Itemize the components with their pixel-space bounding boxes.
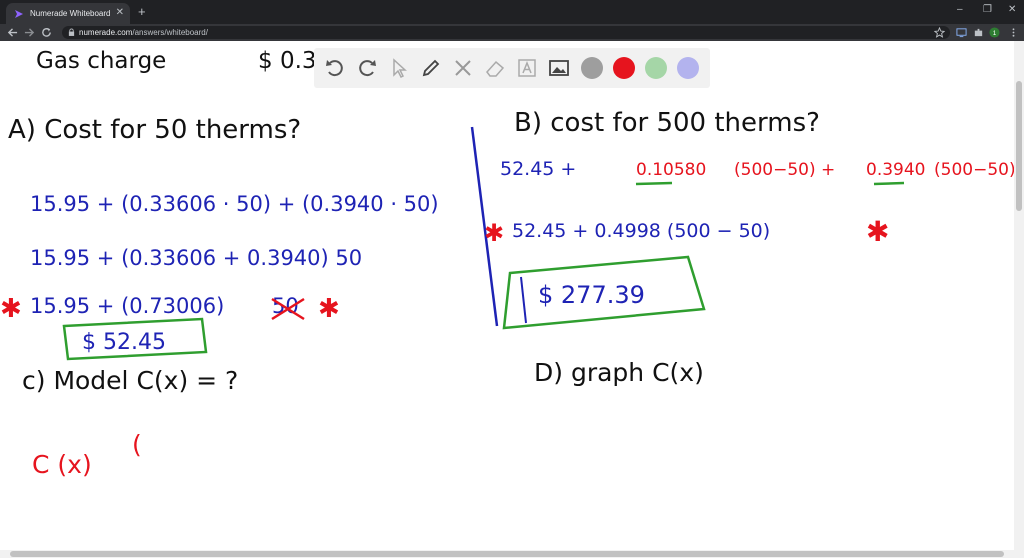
lock-icon [68, 28, 75, 36]
part-b-rate-2: 0.3940 [866, 160, 925, 180]
whiteboard-toolbar [314, 48, 710, 88]
tab-title: Numerade Whiteboard [30, 9, 111, 18]
reload-icon[interactable] [41, 27, 52, 38]
close-window-button[interactable]: ✕ [1008, 5, 1016, 15]
gas-charge-label: Gas charge [36, 48, 166, 74]
part-b-line-1-end: (500−50) [934, 160, 1014, 180]
star-mark-a-right: ✱ [318, 294, 340, 324]
minimize-button[interactable]: – [957, 5, 963, 15]
part-c-partial: ( [132, 430, 142, 459]
horizontal-scrollbar[interactable] [0, 550, 1024, 558]
star-bookmark-icon[interactable] [934, 27, 945, 38]
address-bar[interactable]: numerade.com/answers/whiteboard/ [62, 26, 950, 39]
underline-rate-1 [635, 181, 673, 186]
horizontal-scroll-thumb[interactable] [10, 551, 1004, 557]
star-mark-b: ✱ [484, 219, 504, 247]
maximize-button[interactable]: ❐ [983, 5, 992, 15]
part-b-answer: $ 277.39 [538, 281, 645, 309]
cast-icon[interactable] [956, 27, 967, 38]
pen-icon[interactable] [420, 57, 442, 79]
part-c-expression: C (x) [32, 450, 92, 479]
text-icon[interactable] [516, 57, 538, 79]
close-tab-icon[interactable]: ✕ [116, 7, 124, 18]
color-gray-swatch[interactable] [581, 57, 603, 79]
part-a-heading: A) Cost for 50 therms? [8, 115, 301, 145]
part-a-line-2: 15.95 + (0.33606 + 0.3940) 50 [30, 246, 362, 270]
color-red-swatch[interactable] [613, 57, 635, 79]
part-c-heading: c) Model C(x) = ? [22, 366, 238, 395]
tools-icon[interactable] [452, 57, 474, 79]
pointer-icon[interactable] [388, 57, 410, 79]
profile-avatar[interactable]: 1 [989, 27, 1000, 38]
color-green-swatch[interactable] [645, 57, 667, 79]
new-tab-button[interactable]: + [138, 5, 146, 18]
part-a-answer: $ 52.45 [82, 330, 166, 355]
part-a-line-1: 15.95 + (0.33606 · 50) + (0.3940 · 50) [30, 192, 439, 216]
part-b-line-1-mid: (500−50) + [734, 160, 835, 180]
vertical-scrollbar[interactable] [1014, 41, 1024, 550]
redo-icon[interactable] [356, 57, 378, 79]
url-text: numerade.com/answers/whiteboard/ [79, 27, 208, 38]
extensions-icon[interactable] [973, 27, 984, 38]
forward-arrow-icon[interactable] [24, 27, 35, 38]
part-b-heading: B) cost for 500 therms? [514, 108, 820, 138]
part-d-heading: D) graph C(x) [534, 358, 704, 387]
vertical-scroll-thumb[interactable] [1016, 81, 1022, 211]
url-host: numerade.com [79, 28, 133, 37]
part-b-line-2: 52.45 + 0.4998 (500 − 50) [512, 220, 770, 242]
whiteboard-canvas[interactable]: Gas charge $ 0.3 A) Cost for 50 therms? … [0, 41, 1024, 550]
part-b-line-1-start: 52.45 + [500, 158, 576, 180]
underline-rate-2 [873, 181, 905, 186]
browser-tab[interactable]: Numerade Whiteboard ✕ [6, 3, 130, 24]
avatar-letter: 1 [993, 30, 997, 37]
star-mark-a: ✱ [0, 294, 22, 324]
back-arrow-icon[interactable] [7, 27, 18, 38]
part-b-rate-1: 0.10580 [636, 160, 706, 180]
answer-box-b-bracket [520, 276, 527, 324]
menu-icon[interactable] [1008, 27, 1019, 38]
gas-charge-value: $ 0.3 [258, 48, 317, 74]
eraser-icon[interactable] [484, 57, 506, 79]
image-icon[interactable] [548, 57, 570, 79]
star-mark-b-right: ✱ [866, 215, 889, 248]
numerade-logo-icon [15, 9, 23, 18]
undo-icon[interactable] [324, 57, 346, 79]
browser-tab-bar: Numerade Whiteboard ✕ + – ❐ ✕ [0, 0, 1024, 24]
url-path: /answers/whiteboard/ [132, 28, 208, 37]
color-purple-swatch[interactable] [677, 57, 699, 79]
handwriting-layer: Gas charge $ 0.3 A) Cost for 50 therms? … [0, 48, 1014, 479]
part-a-line-3: 15.95 + (0.73006) [30, 294, 224, 318]
browser-toolbar: numerade.com/answers/whiteboard/ 1 [0, 24, 1024, 41]
